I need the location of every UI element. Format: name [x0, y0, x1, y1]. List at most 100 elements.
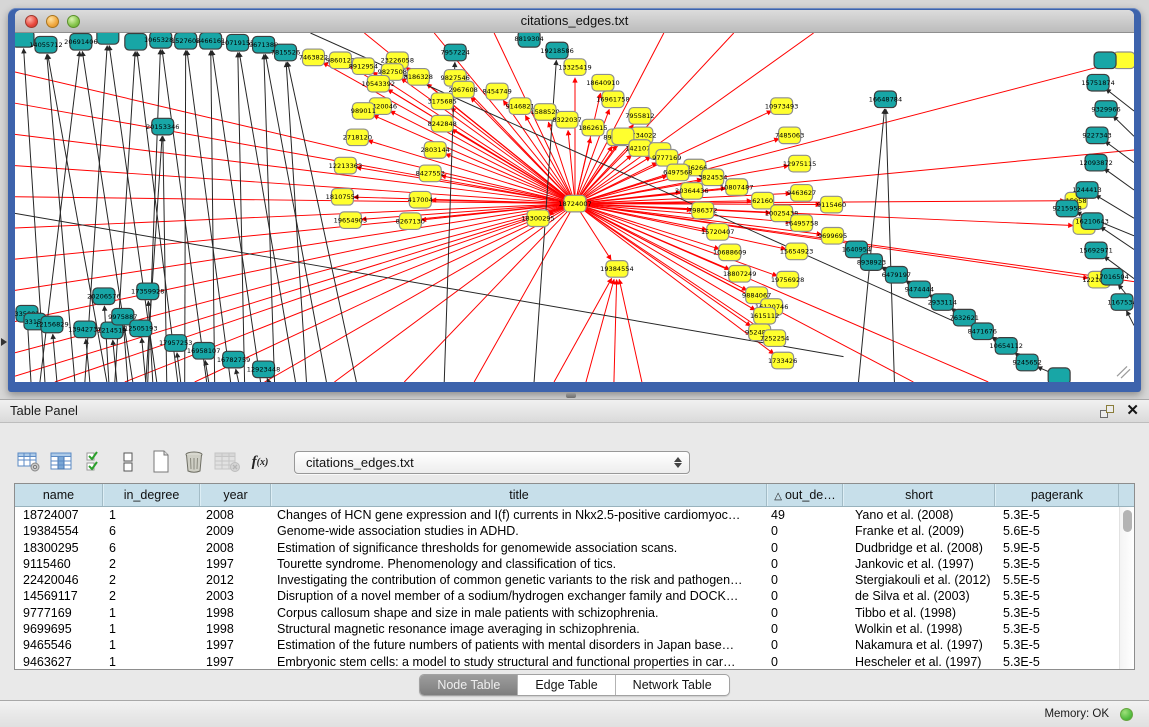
table-cell: Tibbo et al. (1998): [843, 605, 995, 621]
graph-node[interactable]: [97, 33, 119, 44]
table-cell: Investigating the contribution of common…: [271, 572, 767, 588]
table-cell: 14569117: [15, 588, 103, 604]
table-cell: 5.3E-5: [995, 637, 1119, 653]
graph-node-label: 18807249: [723, 270, 756, 278]
table-row[interactable]: 969969511998Structural magnetic resonanc…: [15, 621, 1119, 637]
table-panel-titlebar: Table Panel ✕: [0, 399, 1149, 423]
table-cell: 1: [103, 637, 200, 653]
table-selector-dropdown[interactable]: citations_edges.txt: [294, 451, 690, 474]
table-cell: 5.3E-5: [995, 588, 1119, 604]
column-header-short[interactable]: short: [843, 484, 995, 506]
column-header-year[interactable]: year: [200, 484, 271, 506]
graph-node-label: 8912954: [349, 62, 378, 70]
graph-node-label: 16958107: [187, 347, 220, 355]
graph-node-label: 8322037: [552, 116, 581, 124]
graph-node-label: 12505193: [124, 325, 157, 333]
table-cell: 6: [103, 523, 200, 539]
hide-panel-arrow-icon[interactable]: [1, 338, 7, 346]
graph-node-label: 9329966: [1091, 105, 1120, 113]
row-height-icon[interactable]: [115, 449, 141, 475]
table-cell: 9699695: [15, 621, 103, 637]
table-row[interactable]: 2242004622012Investigating the contribut…: [15, 572, 1119, 588]
table-cell: 0: [767, 621, 843, 637]
network-graph-svg[interactable]: 1872400774638229860123891295423226058982…: [15, 33, 1134, 382]
graph-node-label: 14055712: [29, 41, 62, 49]
table-row[interactable]: 977716911998Corpus callosum shape and si…: [15, 605, 1119, 621]
function-builder-icon[interactable]: f(x): [247, 449, 273, 475]
scrollbar-thumb[interactable]: [1123, 510, 1132, 532]
delete-columns-trash-icon[interactable]: [181, 449, 207, 475]
graph-node-label: 10807487: [720, 183, 753, 191]
tab-edge-table[interactable]: Edge Table: [517, 675, 614, 695]
close-window-button[interactable]: [25, 15, 38, 28]
table-row[interactable]: 1830029562008Estimation of significance …: [15, 540, 1119, 556]
memory-ok-indicator: [1120, 708, 1133, 721]
graph-node[interactable]: [1094, 52, 1116, 69]
graph-node[interactable]: [1048, 368, 1070, 382]
table-type-tabs: Node TableEdge TableNetwork Table: [419, 674, 729, 696]
graph-node-label: 12093872: [1079, 159, 1112, 167]
graph-node-label: 1733426: [768, 357, 797, 365]
panel-splitter-grip[interactable]: [566, 393, 576, 398]
column-header-title[interactable]: title: [271, 484, 767, 506]
network-view-window[interactable]: citations_edges.txt 18724007746382298601…: [8, 8, 1141, 392]
table-row[interactable]: 1938455462009Genome-wide association stu…: [15, 523, 1119, 539]
table-cell: Estimation of the future numbers of pati…: [271, 637, 767, 653]
close-panel-icon[interactable]: ✕: [1126, 404, 1139, 418]
vertical-scrollbar[interactable]: [1119, 507, 1134, 669]
status-bar: Memory: OK: [0, 700, 1149, 727]
window-titlebar[interactable]: citations_edges.txt: [15, 10, 1134, 33]
create-column-icon[interactable]: [148, 449, 174, 475]
tab-node-table[interactable]: Node Table: [420, 675, 517, 695]
select-columns-icon[interactable]: [49, 449, 75, 475]
column-header-out_de[interactable]: △out_de…: [767, 484, 843, 506]
graph-node-label: 17359928: [131, 288, 164, 296]
window-title: citations_edges.txt: [15, 10, 1134, 32]
table-cell: Stergiakouli et al. (2012): [843, 572, 995, 588]
graph-node-label: 1244413: [1072, 186, 1101, 194]
table-cell: 0: [767, 556, 843, 572]
table-cell: 1: [103, 605, 200, 621]
table-cell: 1997: [200, 556, 271, 572]
column-header-in_degree[interactable]: in_degree: [103, 484, 200, 506]
table-toolbar: f(x) citations_edges.txt: [0, 447, 1149, 477]
minimize-window-button[interactable]: [46, 15, 59, 28]
table-cell: Nakamura et al. (1997): [843, 637, 995, 653]
graph-node-label: 6497568: [663, 169, 692, 177]
table-cell: 49: [767, 507, 843, 523]
table-row[interactable]: 1872400712008Changes of HCN gene express…: [15, 507, 1119, 523]
table-options-icon[interactable]: [16, 449, 42, 475]
table-row[interactable]: 1456911722003Disruption of a novel membe…: [15, 588, 1119, 604]
zoom-window-button[interactable]: [67, 15, 80, 28]
graph-node-label: 12156829: [35, 321, 68, 329]
tab-network-table[interactable]: Network Table: [615, 675, 729, 695]
table-row[interactable]: 946554611997Estimation of the future num…: [15, 637, 1119, 653]
table-cell: Corpus callosum shape and size in male p…: [271, 605, 767, 621]
graph-node-label: 2933114: [928, 298, 957, 306]
table-cell: 19384554: [15, 523, 103, 539]
table-cell: 1: [103, 654, 200, 669]
graph-node-label: 10688609: [713, 249, 746, 257]
table-cell: Estimation of significance thresholds fo…: [271, 540, 767, 556]
column-header-pagerank[interactable]: pagerank: [995, 484, 1119, 506]
graph-node-label: 8471676: [968, 328, 997, 336]
table-cell: 1997: [200, 654, 271, 669]
graph-node-label: 7485063: [775, 132, 804, 140]
graph-node-label: 20206576: [87, 293, 120, 301]
column-header-name[interactable]: name: [15, 484, 103, 506]
graph-node-label: 8186328: [404, 73, 433, 81]
graph-node-label: 20364436: [675, 187, 708, 195]
table-cell: 5.5E-5: [995, 572, 1119, 588]
graph-node-label: 10973493: [765, 102, 798, 110]
table-cell: Genome-wide association studies in ADHD.: [271, 523, 767, 539]
row-selection-mode-icon[interactable]: [82, 449, 108, 475]
graph-node-label: 9671388: [249, 41, 278, 49]
table-row[interactable]: 911546021997Tourette syndrome. Phenomeno…: [15, 556, 1119, 572]
graph-node-label: 2967608: [449, 86, 478, 94]
float-panel-icon[interactable]: [1100, 405, 1114, 418]
table-cell: Hescheler et al. (1997): [843, 654, 995, 669]
network-canvas[interactable]: 1872400774638229860123891295423226058982…: [15, 33, 1134, 382]
graph-node-label: 8819304: [514, 35, 543, 43]
graph-node-label: 15720407: [701, 228, 734, 236]
table-row[interactable]: 946362711997Embryonic stem cells: a mode…: [15, 654, 1119, 669]
